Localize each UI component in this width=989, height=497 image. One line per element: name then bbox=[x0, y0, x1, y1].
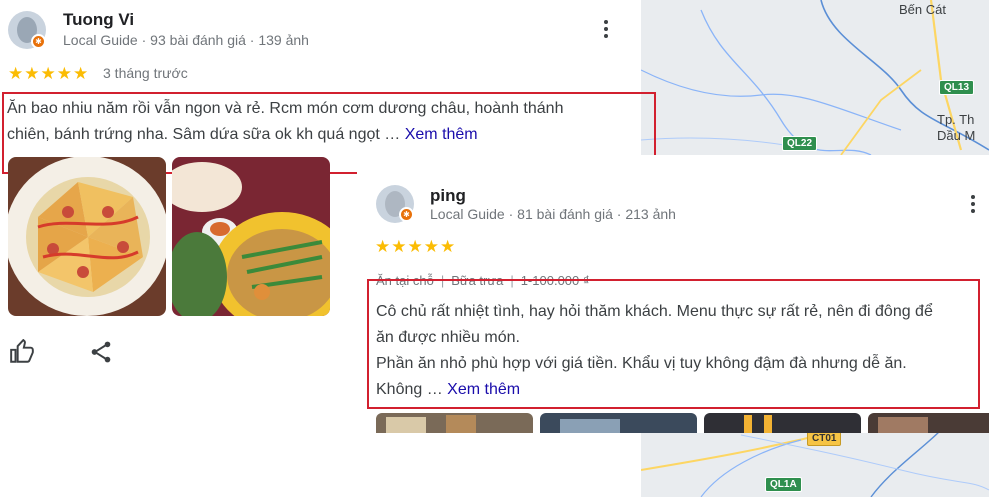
review-text-line: Không … bbox=[376, 381, 443, 398]
photo-2-image bbox=[540, 413, 697, 433]
road-shield-ql1a: QL1A bbox=[765, 477, 802, 492]
photo-4-image bbox=[868, 413, 989, 433]
photo-3-image bbox=[704, 413, 861, 433]
review-photo-noodles[interactable] bbox=[172, 157, 330, 316]
more-options-icon[interactable] bbox=[594, 18, 618, 42]
map-label-ben-cat: Bến Cát bbox=[899, 2, 946, 17]
map-label-tp-thu-dau-mot-2: Dầu M bbox=[937, 128, 976, 143]
review-text: Ăn bao nhiu năm rồi vẫn ngon và rẻ. Rcm … bbox=[7, 96, 637, 148]
reviewer-meta: Local Guide · 81 bài đánh giá · 213 ảnh bbox=[430, 206, 676, 222]
photo-noodles-image bbox=[172, 157, 330, 316]
tag-separator: | bbox=[510, 273, 514, 288]
road-shield-ql22: QL22 bbox=[782, 136, 818, 151]
review-text-line: Phần ăn nhỏ phù hợp với giá tiền. Khẩu v… bbox=[376, 355, 907, 372]
reviewer-meta: Local Guide · 93 bài đánh giá · 139 ảnh bbox=[63, 32, 309, 48]
road-shield-ql13: QL13 bbox=[939, 80, 975, 95]
photo-pizza-image bbox=[8, 157, 166, 316]
review-text-line: Cô chủ rất nhiệt tình, hay hỏi thăm khác… bbox=[376, 303, 933, 320]
tag-separator: | bbox=[440, 273, 445, 288]
review-text-line: Ăn bao nhiu năm rồi vẫn ngon và rẻ. Rcm … bbox=[7, 100, 564, 117]
tag-dine-in: Ăn tại chỗ bbox=[376, 273, 434, 288]
star-rating: ★★★★★ bbox=[375, 237, 457, 256]
review-text-line-2: chiên, bánh trứng nha. Sâm dứa sữa ok kh… bbox=[7, 122, 637, 148]
review-photo-4[interactable] bbox=[868, 413, 989, 433]
reviewer-name[interactable]: Tuong Vi bbox=[63, 10, 134, 30]
reviewer-name[interactable]: ping bbox=[430, 186, 466, 206]
review-photo-3[interactable] bbox=[704, 413, 861, 433]
more-options-icon[interactable] bbox=[961, 193, 985, 217]
review-text-line-4: Không … Xem thêm bbox=[376, 377, 989, 403]
star-rating: ★★★★★ bbox=[8, 64, 90, 83]
tag-meal: Bữa trưa bbox=[451, 273, 504, 288]
review-card-ping: ✱ ping Local Guide · 81 bài đánh giá · 2… bbox=[357, 155, 989, 433]
review-text: Cô chủ rất nhiệt tình, hay hỏi thăm khác… bbox=[376, 299, 989, 403]
local-guide-badge-icon: ✱ bbox=[399, 207, 414, 222]
review-photo-1[interactable] bbox=[376, 413, 533, 433]
review-tags: Ăn tại chỗ | Bữa trưa | 1-100.000 ₫ bbox=[376, 273, 590, 288]
review-photo-2[interactable] bbox=[540, 413, 697, 433]
see-more-link[interactable]: Xem thêm bbox=[447, 381, 520, 398]
review-photo-pizza[interactable] bbox=[8, 157, 166, 316]
photo-1-image bbox=[376, 413, 533, 433]
review-date: 3 tháng trước bbox=[103, 65, 188, 81]
tag-price: 1-100.000 ₫ bbox=[520, 273, 590, 288]
map-label-tp-thu-dau-mot: Tp. Th bbox=[937, 112, 975, 127]
thumbs-up-icon[interactable] bbox=[9, 338, 35, 365]
review-text-line: ăn được nhiều món. bbox=[376, 329, 520, 346]
review-text-line: chiên, bánh trứng nha. Sâm dứa sữa ok kh… bbox=[7, 126, 401, 143]
see-more-link[interactable]: Xem thêm bbox=[405, 126, 478, 143]
share-icon[interactable] bbox=[88, 339, 114, 365]
road-shield-ct01: CT01 bbox=[807, 431, 842, 446]
local-guide-badge-icon: ✱ bbox=[31, 34, 46, 49]
